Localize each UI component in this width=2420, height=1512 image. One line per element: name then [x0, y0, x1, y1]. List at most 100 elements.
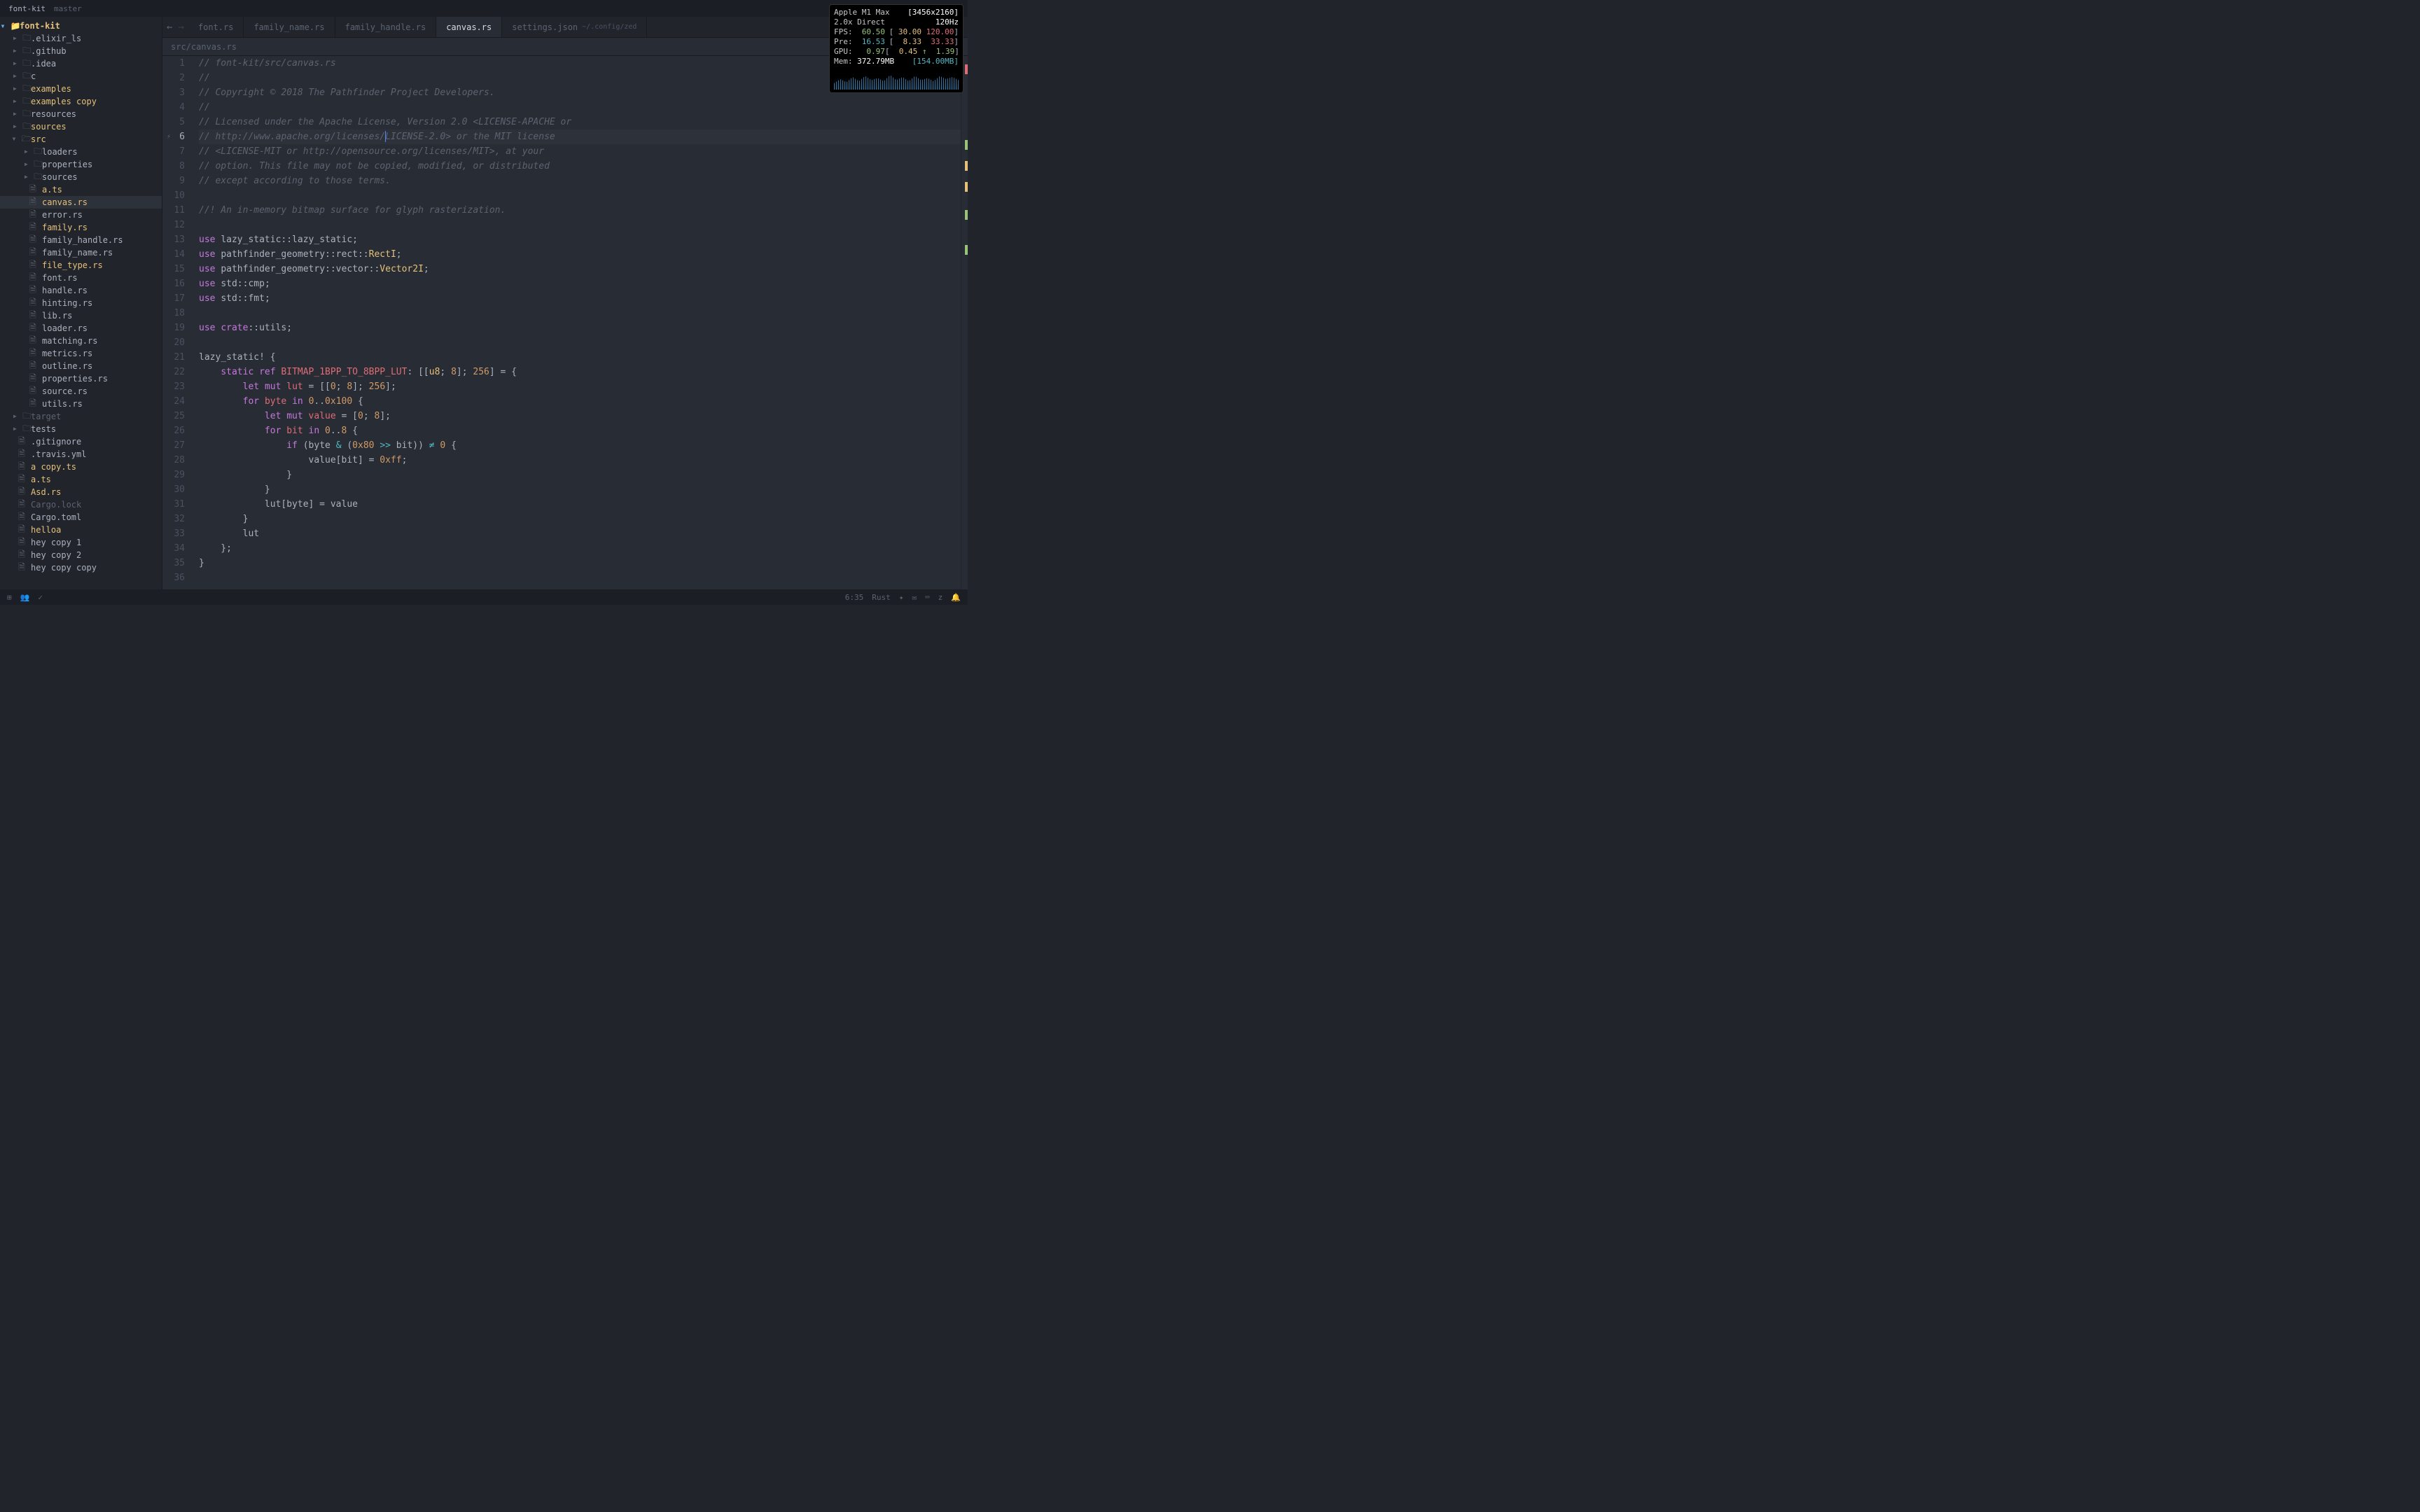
language-mode[interactable]: Rust	[872, 593, 891, 602]
code-line[interactable]: // <LICENSE-MIT or http://opensource.org…	[199, 144, 961, 159]
tree-item[interactable]: 🗎loader.rs	[0, 322, 162, 335]
tree-item[interactable]: 🗎font.rs	[0, 272, 162, 284]
tree-item[interactable]: ▸ 🗀examples copy	[0, 95, 162, 108]
tree-item[interactable]: 🗎outline.rs	[0, 360, 162, 372]
tree-item[interactable]: 🗎lib.rs	[0, 309, 162, 322]
code-line[interactable]: //	[199, 100, 961, 115]
tree-item[interactable]: 🗎helloa	[0, 524, 162, 536]
tree-item[interactable]: ▸ 🗀tests	[0, 423, 162, 435]
code-area[interactable]: 12345⚡6789101112131415161718192021222324…	[162, 56, 968, 589]
code-line[interactable]: // Licensed under the Apache License, Ve…	[199, 115, 961, 130]
tree-item[interactable]: ▸ 🗀.elixir_ls	[0, 32, 162, 45]
code-line[interactable]: for bit in 0..8 {	[199, 424, 961, 438]
tree-item[interactable]: 🗎.gitignore	[0, 435, 162, 448]
code-line[interactable]: lazy_static! {	[199, 350, 961, 365]
tab[interactable]: family_handle.rs	[335, 17, 437, 37]
code-line[interactable]: use crate::utils;	[199, 321, 961, 335]
code-line[interactable]: use lazy_static::lazy_static;	[199, 232, 961, 247]
git-branch[interactable]: master	[54, 4, 82, 13]
tree-item[interactable]: 🗎matching.rs	[0, 335, 162, 347]
terminal-icon[interactable]: ⌨	[925, 593, 930, 602]
tree-item[interactable]: ▸ 🗀resources	[0, 108, 162, 120]
code-line[interactable]: }	[199, 468, 961, 482]
tree-item[interactable]: 🗎a.ts	[0, 473, 162, 486]
tree-item[interactable]: 🗎hey copy 2	[0, 549, 162, 561]
run-icon[interactable]: ⚡	[167, 130, 171, 144]
tree-item[interactable]: 🗎properties.rs	[0, 372, 162, 385]
tree-item[interactable]: ▸ 🗀loaders	[0, 146, 162, 158]
code-line[interactable]: for byte in 0..0x100 {	[199, 394, 961, 409]
code-line[interactable]	[199, 188, 961, 203]
code-line[interactable]: use std::fmt;	[199, 291, 961, 306]
tree-item[interactable]: ▾ 🗁src	[0, 133, 162, 146]
minimap[interactable]	[961, 56, 968, 589]
code-line[interactable]: use pathfinder_geometry::vector::Vector2…	[199, 262, 961, 276]
tree-item[interactable]: 🗎Cargo.lock	[0, 498, 162, 511]
tree-item[interactable]: 🗎file_type.rs	[0, 259, 162, 272]
tree-item[interactable]: ▸ 🗀sources	[0, 171, 162, 183]
nav-forward-icon[interactable]: →	[178, 22, 183, 33]
code-line[interactable]: }	[199, 556, 961, 570]
minimap-marker[interactable]	[965, 210, 968, 220]
tree-item[interactable]: 🗎a.ts	[0, 183, 162, 196]
tree-item[interactable]: 🗎source.rs	[0, 385, 162, 398]
tab[interactable]: canvas.rs	[436, 17, 502, 37]
code-line[interactable]	[199, 335, 961, 350]
tree-item[interactable]: 🗎Asd.rs	[0, 486, 162, 498]
code-line[interactable]: value[bit] = 0xff;	[199, 453, 961, 468]
code-line[interactable]: //! An in-memory bitmap surface for glyp…	[199, 203, 961, 218]
tree-item[interactable]: ▸ 🗀c	[0, 70, 162, 83]
minimap-marker[interactable]	[965, 64, 968, 74]
code-line[interactable]: let mut value = [0; 8];	[199, 409, 961, 424]
collab-icon[interactable]: 👥	[20, 593, 30, 602]
tree-item[interactable]: 🗎.travis.yml	[0, 448, 162, 461]
project-name[interactable]: font-kit	[8, 4, 46, 13]
nav-back-icon[interactable]: ←	[167, 22, 172, 33]
tree-item[interactable]: ▸ 🗀sources	[0, 120, 162, 133]
code-line[interactable]: static ref BITMAP_1BPP_TO_8BPP_LUT: [[u8…	[199, 365, 961, 379]
tree-item[interactable]: ▸ 🗀.github	[0, 45, 162, 57]
tree-item[interactable]: ▸ 🗀examples	[0, 83, 162, 95]
notification-icon[interactable]: 🔔	[951, 593, 961, 602]
tree-item[interactable]: 🗎canvas.rs	[0, 196, 162, 209]
code-line[interactable]	[199, 306, 961, 321]
tree-item[interactable]: 🗎utils.rs	[0, 398, 162, 410]
code-line[interactable]: // http://www.apache.org/licenses/LICENS…	[199, 130, 961, 144]
tree-item[interactable]: ▸ 🗀properties	[0, 158, 162, 171]
feedback-icon[interactable]: ✉	[912, 593, 917, 602]
minimap-marker[interactable]	[965, 161, 968, 171]
tree-item[interactable]: 🗎family_handle.rs	[0, 234, 162, 246]
code-line[interactable]: }	[199, 512, 961, 526]
copilot-icon[interactable]: ✦	[899, 593, 904, 602]
code-line[interactable]: lut[byte] = value	[199, 497, 961, 512]
code-line[interactable]: let mut lut = [[0; 8]; 256];	[199, 379, 961, 394]
code-line[interactable]: if (byte & (0x80 >> bit)) ≠ 0 {	[199, 438, 961, 453]
code-line[interactable]: }	[199, 482, 961, 497]
code-line[interactable]: lut	[199, 526, 961, 541]
tree-item[interactable]: 🗎hinting.rs	[0, 297, 162, 309]
minimap-marker[interactable]	[965, 182, 968, 192]
tab[interactable]: font.rs	[188, 17, 244, 37]
tree-item[interactable]: 🗎hey copy 1	[0, 536, 162, 549]
tree-item[interactable]: 🗎family.rs	[0, 221, 162, 234]
tree-item[interactable]: ▸ 🗀target	[0, 410, 162, 423]
tree-root[interactable]: ▾ 📁font-kit	[0, 20, 162, 32]
tree-item[interactable]: 🗎handle.rs	[0, 284, 162, 297]
minimap-marker[interactable]	[965, 245, 968, 255]
tab[interactable]: family_name.rs	[244, 17, 335, 37]
tree-item[interactable]: 🗎a copy.ts	[0, 461, 162, 473]
file-tree[interactable]: ▾ 📁font-kit▸ 🗀.elixir_ls▸ 🗀.github▸ 🗀.id…	[0, 17, 162, 589]
code-line[interactable]: use std::cmp;	[199, 276, 961, 291]
code-line[interactable]	[199, 218, 961, 232]
tree-item[interactable]: 🗎family_name.rs	[0, 246, 162, 259]
minimap-marker[interactable]	[965, 140, 968, 150]
code-line[interactable]: // except according to those terms.	[199, 174, 961, 188]
tree-item[interactable]: 🗎metrics.rs	[0, 347, 162, 360]
zed-icon[interactable]: z	[938, 593, 943, 602]
code-line[interactable]: };	[199, 541, 961, 556]
tree-item[interactable]: 🗎Cargo.toml	[0, 511, 162, 524]
tree-item[interactable]: 🗎hey copy copy	[0, 561, 162, 574]
cursor-position[interactable]: 6:35	[845, 593, 864, 602]
tree-item[interactable]: ▸ 🗀.idea	[0, 57, 162, 70]
panel-toggle-icon[interactable]: ⊞	[7, 593, 12, 602]
